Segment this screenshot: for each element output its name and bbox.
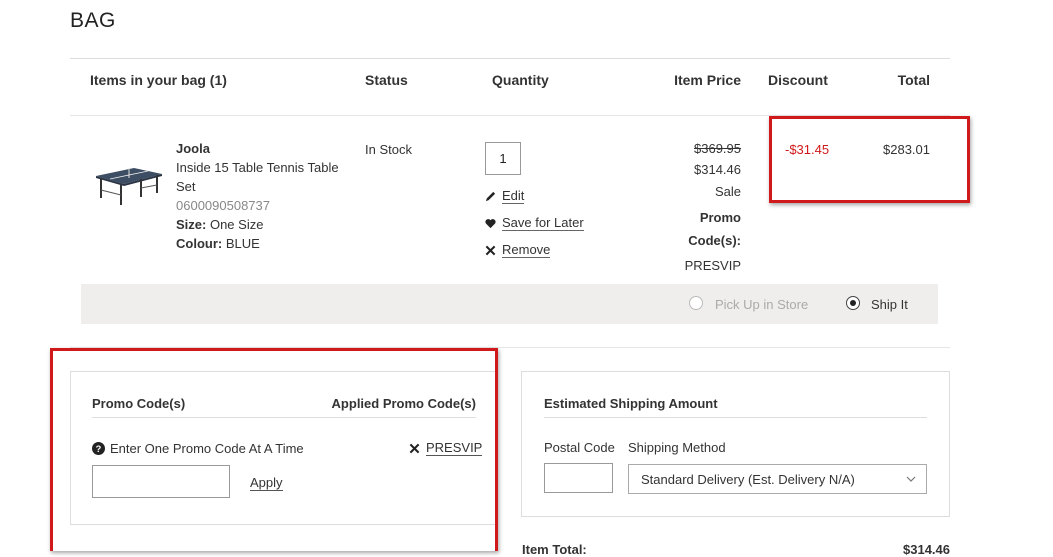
sale-price: $314.46: [694, 162, 741, 177]
remove-button[interactable]: Remove: [485, 242, 551, 258]
colour-value: BLUE: [225, 236, 260, 251]
ship-it-radio[interactable]: [846, 296, 860, 310]
heart-icon: [485, 219, 496, 229]
highlight-box-promo: [50, 348, 498, 551]
postal-code-input[interactable]: [544, 463, 613, 493]
close-icon: [485, 245, 496, 256]
colour-label: Colour:: [176, 236, 223, 251]
promo-label-2: Code(s):: [688, 233, 741, 248]
shipping-method-value: Standard Delivery (Est. Delivery N/A): [641, 471, 855, 487]
promo-label: Promo: [699, 210, 741, 225]
shipping-panel-divider: [544, 417, 927, 418]
page-title: BAG: [70, 9, 116, 32]
chevron-down-icon: [906, 476, 916, 482]
header-total: Total: [897, 72, 930, 88]
save-for-later-button[interactable]: Save for Later: [485, 216, 584, 231]
edit-button[interactable]: Edit: [485, 188, 525, 204]
pencil-icon: [485, 191, 496, 202]
edit-label: Edit: [502, 188, 525, 204]
fulfillment-bar: [81, 284, 938, 324]
size-value: One Size: [209, 217, 264, 232]
save-for-later-label: Save for Later: [502, 215, 584, 231]
product-brand: Joola: [176, 141, 210, 156]
product-name-line2[interactable]: Set: [176, 179, 196, 194]
shipping-method-label: Shipping Method: [628, 440, 726, 455]
pickup-label[interactable]: Pick Up in Store: [715, 297, 808, 312]
item-promo-code: PRESVIP: [684, 258, 741, 273]
product-size: Size: One Size: [176, 217, 263, 232]
quantity-input[interactable]: 1: [485, 142, 521, 175]
item-total-label: Item Total:: [522, 542, 587, 557]
header-discount: Discount: [768, 72, 828, 88]
sale-label: Sale: [714, 184, 741, 199]
original-price: $369.95: [694, 141, 741, 156]
shipping-panel-title: Estimated Shipping Amount: [544, 396, 718, 411]
item-total-value: $314.46: [903, 542, 950, 557]
header-status: Status: [365, 72, 408, 88]
highlight-box-discount: [769, 116, 970, 203]
remove-label: Remove: [502, 242, 551, 258]
title-divider: [70, 58, 950, 59]
pickup-radio[interactable]: [689, 296, 703, 310]
size-label: Size:: [176, 217, 207, 232]
product-image[interactable]: [90, 158, 166, 206]
product-colour: Colour: BLUE: [176, 236, 260, 251]
product-name-link[interactable]: Inside 15 Table Tennis Table: [176, 160, 339, 175]
postal-code-label: Postal Code: [544, 440, 615, 455]
product-sku: 0600090508737: [176, 198, 270, 213]
header-items: Items in your bag (1): [90, 72, 227, 88]
shipping-method-select[interactable]: Standard Delivery (Est. Delivery N/A): [628, 464, 927, 494]
header-item-price: Item Price: [674, 72, 741, 88]
stock-status: In Stock: [365, 142, 412, 157]
header-quantity: Quantity: [492, 72, 549, 88]
ship-it-label[interactable]: Ship It: [871, 297, 908, 312]
